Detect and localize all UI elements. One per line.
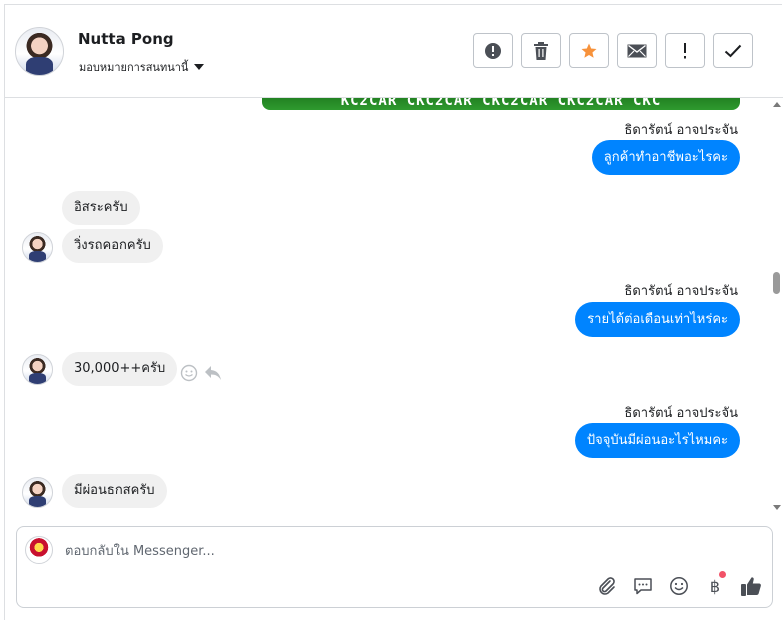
contact-avatar-small[interactable]: [22, 232, 53, 263]
paperclip-icon: [599, 577, 615, 595]
page-avatar: [25, 536, 53, 564]
star-icon: [581, 43, 597, 58]
like-button[interactable]: [740, 575, 762, 597]
exclamation-icon: [684, 42, 686, 58]
mark-unread-button[interactable]: [617, 33, 657, 68]
message-thread[interactable]: KC2CAR CKC2CAR CKC2CAR CKC2CAR CKC ธิดาร…: [4, 98, 783, 514]
reply-icon[interactable]: [204, 365, 222, 381]
report-spam-button[interactable]: [473, 33, 513, 68]
message-actions: [180, 364, 222, 382]
checkmark-icon: [724, 44, 742, 57]
incoming-message[interactable]: 30,000++ครับ: [62, 352, 178, 386]
envelope-icon: [627, 44, 647, 57]
thread-scrollbar[interactable]: [771, 98, 783, 514]
sender-name: ธิดารัตน์ อาจประจัน: [624, 406, 738, 421]
chat-bubble-icon: [634, 578, 652, 595]
outgoing-message[interactable]: รายได้ต่อเดือนเท่าไหร่คะ: [575, 302, 740, 337]
scroll-down-arrow-icon[interactable]: [773, 505, 781, 510]
thumbs-up-icon: [741, 577, 761, 596]
emoji-button[interactable]: [668, 575, 690, 597]
conversation-header: Nutta Pong มอบหมายการสนทนานี้: [4, 4, 783, 98]
incoming-message[interactable]: มีผ่อนธกสครับ: [62, 474, 167, 508]
sender-name: ธิดารัตน์ อาจประจัน: [624, 284, 738, 299]
outgoing-message[interactable]: ปัจจุบันมีผ่อนอะไรไหมคะ: [574, 423, 740, 458]
reply-composer: ฿: [16, 526, 773, 608]
sticker-image: KC2CAR CKC2CAR CKC2CAR CKC2CAR CKC: [262, 98, 740, 110]
mark-done-button[interactable]: [713, 33, 753, 68]
conversation-toolbar: [473, 33, 753, 68]
reply-input[interactable]: [65, 541, 625, 561]
contact-name[interactable]: Nutta Pong: [78, 30, 174, 48]
contact-avatar[interactable]: [15, 27, 64, 76]
scrollbar-thumb[interactable]: [773, 272, 780, 294]
incoming-message[interactable]: วิ่งรถคอกครับ: [62, 229, 163, 263]
trash-icon: [534, 41, 548, 60]
contact-avatar-small[interactable]: [22, 477, 53, 508]
emoji-reaction-icon[interactable]: [180, 364, 198, 382]
caret-down-icon: [194, 64, 205, 70]
sender-name: ธิดารัตน์ อาจประจัน: [624, 123, 738, 138]
outgoing-message[interactable]: ลูกค้าทำอาชีพอะไรคะ: [591, 140, 740, 175]
payment-button[interactable]: ฿: [704, 571, 726, 597]
baht-icon: ฿: [709, 576, 721, 596]
notification-dot: [719, 571, 726, 578]
assign-conversation-label: มอบหมายการสนทนานี้: [79, 61, 189, 74]
composer-tools: ฿: [596, 571, 762, 597]
follow-up-button[interactable]: [665, 33, 705, 68]
incoming-message[interactable]: อิสระครับ: [62, 191, 140, 225]
star-button[interactable]: [569, 33, 609, 68]
assign-conversation-dropdown[interactable]: มอบหมายการสนทนานี้: [79, 58, 205, 76]
scroll-up-arrow-icon[interactable]: [773, 102, 781, 107]
attach-button[interactable]: [596, 575, 618, 597]
saved-replies-button[interactable]: [632, 575, 654, 597]
delete-button[interactable]: [521, 33, 561, 68]
smiley-icon: [670, 577, 688, 595]
alert-circle-icon: [485, 42, 501, 59]
contact-avatar-small[interactable]: [22, 354, 53, 385]
